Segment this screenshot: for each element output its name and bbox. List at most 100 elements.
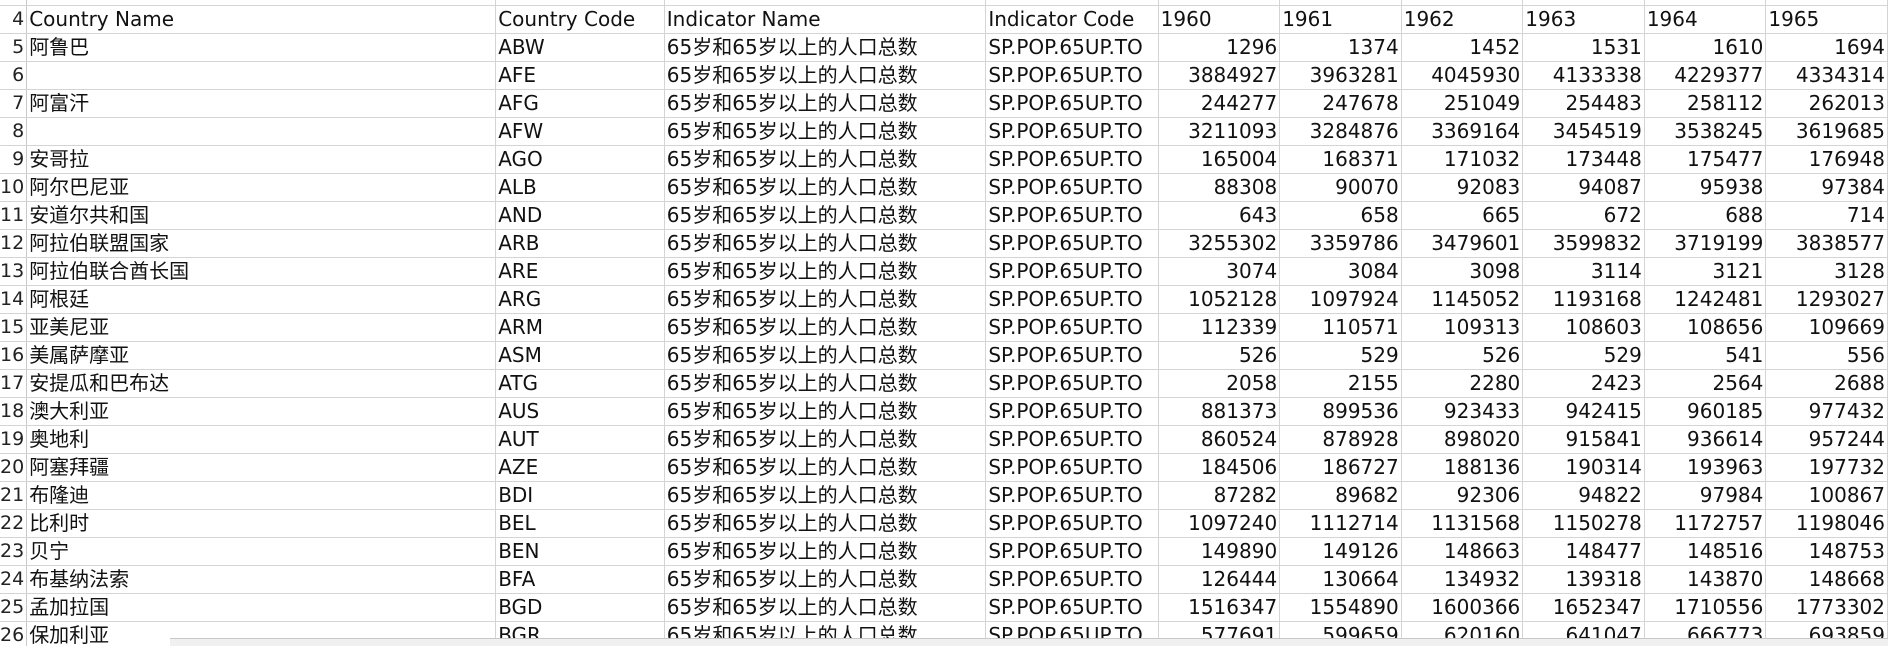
cell[interactable]: 4229377 — [1644, 61, 1767, 90]
cell[interactable]: 1600366 — [1401, 593, 1524, 622]
row-header[interactable]: 18 — [0, 397, 28, 426]
cell[interactable]: 251049 — [1401, 89, 1524, 118]
cell[interactable]: 65岁和65岁以上的人口总数 — [664, 257, 987, 286]
cell[interactable]: 942415 — [1522, 397, 1645, 426]
cell[interactable]: 100867 — [1765, 481, 1888, 510]
cell[interactable]: SP.POP.65UP.TO — [985, 313, 1159, 342]
cell[interactable]: 188136 — [1401, 453, 1524, 482]
cell[interactable]: BGD — [495, 593, 665, 622]
header-cell[interactable]: 1960 — [1158, 5, 1281, 34]
cell[interactable]: 110571 — [1279, 313, 1402, 342]
cell[interactable]: 贝宁 — [26, 537, 497, 566]
cell[interactable]: 860524 — [1158, 425, 1281, 454]
cell[interactable]: SP.POP.65UP.TO — [985, 425, 1159, 454]
cell[interactable]: 1710556 — [1644, 593, 1767, 622]
cell[interactable]: SP.POP.65UP.TO — [985, 285, 1159, 314]
row-header[interactable]: 15 — [0, 313, 28, 342]
cell[interactable]: 4334314 — [1765, 61, 1888, 90]
cell[interactable]: 130664 — [1279, 565, 1402, 594]
cell[interactable]: 安哥拉 — [26, 145, 497, 174]
cell[interactable]: 936614 — [1644, 425, 1767, 454]
cell[interactable]: 526 — [1401, 341, 1524, 370]
cell[interactable]: 3599832 — [1522, 229, 1645, 258]
cell[interactable]: 1112714 — [1279, 509, 1402, 538]
cell[interactable]: AUT — [495, 425, 665, 454]
cell[interactable]: 奥地利 — [26, 425, 497, 454]
cell[interactable]: 89682 — [1279, 481, 1402, 510]
cell[interactable]: 190314 — [1522, 453, 1645, 482]
cell[interactable]: 95938 — [1644, 173, 1767, 202]
cell[interactable]: 672 — [1522, 201, 1645, 230]
row-header[interactable]: 14 — [0, 285, 28, 314]
cell[interactable]: SP.POP.65UP.TO — [985, 593, 1159, 622]
cell[interactable]: 88308 — [1158, 173, 1281, 202]
cell[interactable]: 1172757 — [1644, 509, 1767, 538]
cell[interactable]: 1052128 — [1158, 285, 1281, 314]
cell[interactable]: BDI — [495, 481, 665, 510]
cell[interactable]: 1652347 — [1522, 593, 1645, 622]
header-cell[interactable]: Country Name — [26, 5, 497, 34]
cell[interactable]: SP.POP.65UP.TO — [985, 257, 1159, 286]
cell[interactable]: 957244 — [1765, 425, 1888, 454]
cell[interactable]: 1554890 — [1279, 593, 1402, 622]
cell[interactable]: 960185 — [1644, 397, 1767, 426]
cell[interactable]: BEL — [495, 509, 665, 538]
cell[interactable]: 4133338 — [1522, 61, 1645, 90]
header-cell[interactable]: 1963 — [1522, 5, 1645, 34]
cell[interactable]: 915841 — [1522, 425, 1645, 454]
cell[interactable]: 阿拉伯联合酋长国 — [26, 257, 497, 286]
cell[interactable]: 87282 — [1158, 481, 1281, 510]
cell[interactable]: ARB — [495, 229, 665, 258]
cell[interactable]: SP.POP.65UP.TO — [985, 33, 1159, 62]
header-cell[interactable]: 1965 — [1765, 5, 1888, 34]
cell[interactable]: ARG — [495, 285, 665, 314]
cell[interactable]: 3121 — [1644, 257, 1767, 286]
cell[interactable]: 254483 — [1522, 89, 1645, 118]
cell[interactable]: 澳大利亚 — [26, 397, 497, 426]
cell[interactable]: 898020 — [1401, 425, 1524, 454]
cell[interactable]: 97384 — [1765, 173, 1888, 202]
cell[interactable]: 3479601 — [1401, 229, 1524, 258]
cell[interactable]: 193963 — [1644, 453, 1767, 482]
cell[interactable]: 148753 — [1765, 537, 1888, 566]
cell[interactable]: 3619685 — [1765, 117, 1888, 146]
cell[interactable]: 65岁和65岁以上的人口总数 — [664, 565, 987, 594]
cell[interactable]: 112339 — [1158, 313, 1281, 342]
cell[interactable]: AND — [495, 201, 665, 230]
row-header[interactable]: 17 — [0, 369, 28, 398]
cell[interactable]: 171032 — [1401, 145, 1524, 174]
cell[interactable]: 688 — [1644, 201, 1767, 230]
cell[interactable]: 149890 — [1158, 537, 1281, 566]
cell[interactable]: SP.POP.65UP.TO — [985, 89, 1159, 118]
cell[interactable]: 665 — [1401, 201, 1524, 230]
row-header[interactable]: 10 — [0, 173, 28, 202]
cell[interactable]: 90070 — [1279, 173, 1402, 202]
cell[interactable]: 2688 — [1765, 369, 1888, 398]
cell[interactable]: 3084 — [1279, 257, 1402, 286]
cell[interactable]: 134932 — [1401, 565, 1524, 594]
cell[interactable]: ARM — [495, 313, 665, 342]
cell[interactable]: 2155 — [1279, 369, 1402, 398]
cell[interactable]: 65岁和65岁以上的人口总数 — [664, 173, 987, 202]
cell[interactable]: 布基纳法索 — [26, 565, 497, 594]
header-cell[interactable]: Indicator Code — [985, 5, 1159, 34]
cell[interactable]: 比利时 — [26, 509, 497, 538]
cell[interactable]: 4045930 — [1401, 61, 1524, 90]
cell[interactable]: 65岁和65岁以上的人口总数 — [664, 425, 987, 454]
row-header[interactable]: 12 — [0, 229, 28, 258]
row-header[interactable]: 16 — [0, 341, 28, 370]
cell[interactable]: 878928 — [1279, 425, 1402, 454]
cell[interactable]: 1374 — [1279, 33, 1402, 62]
spreadsheet-grid[interactable]: 4 Country Name Country Code Indicator Na… — [0, 0, 1888, 646]
cell[interactable]: 881373 — [1158, 397, 1281, 426]
cell[interactable]: 1452 — [1401, 33, 1524, 62]
cell[interactable]: SP.POP.65UP.TO — [985, 481, 1159, 510]
cell[interactable]: SP.POP.65UP.TO — [985, 453, 1159, 482]
cell[interactable]: 529 — [1522, 341, 1645, 370]
cell[interactable]: ALB — [495, 173, 665, 202]
cell[interactable]: 65岁和65岁以上的人口总数 — [664, 509, 987, 538]
cell[interactable]: 1193168 — [1522, 285, 1645, 314]
cell[interactable]: 3884927 — [1158, 61, 1281, 90]
row-header[interactable]: 23 — [0, 537, 28, 566]
cell[interactable]: SP.POP.65UP.TO — [985, 201, 1159, 230]
